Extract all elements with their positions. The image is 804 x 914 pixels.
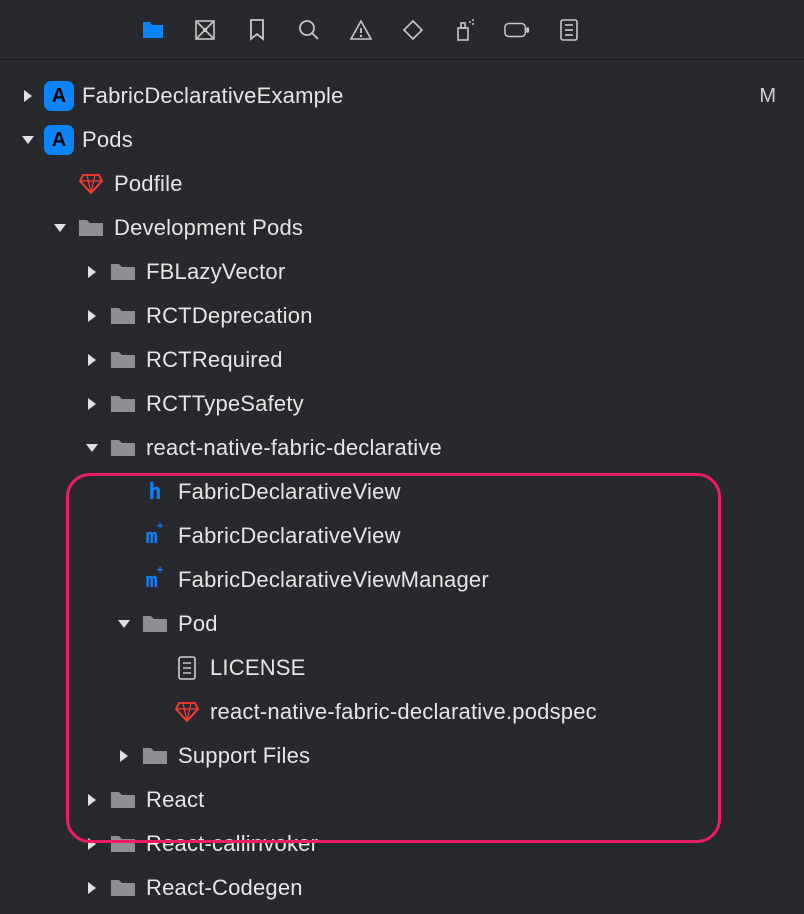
group-row-development-pods[interactable]: Development Pods xyxy=(0,206,804,250)
folder-icon[interactable] xyxy=(140,17,166,43)
group-label: react-native-fabric-declarative xyxy=(146,435,442,461)
folder-icon xyxy=(76,213,106,243)
group-row-react[interactable]: React xyxy=(0,778,804,822)
chevron-right-icon[interactable] xyxy=(82,306,102,326)
file-row-fdv-m[interactable]: m+ FabricDeclarativeView xyxy=(0,514,804,558)
group-label: React-callinvoker xyxy=(146,831,318,857)
bookmark-icon[interactable] xyxy=(244,17,270,43)
folder-icon xyxy=(140,741,170,771)
group-label: React xyxy=(146,787,204,813)
modified-badge: M xyxy=(759,85,776,108)
project-navigator: A FabricDeclarativeExample M A Pods Podf… xyxy=(0,60,804,910)
folder-icon xyxy=(108,785,138,815)
group-row-rctrequired[interactable]: RCTRequired xyxy=(0,338,804,382)
navigator-toolbar xyxy=(0,0,804,60)
group-label: Development Pods xyxy=(114,215,303,241)
group-label: RCTDeprecation xyxy=(146,303,313,329)
warning-icon[interactable] xyxy=(348,17,374,43)
chevron-right-icon[interactable] xyxy=(82,790,102,810)
chevron-right-icon[interactable] xyxy=(18,86,38,106)
group-label: RCTTypeSafety xyxy=(146,391,304,417)
file-row-podfile[interactable]: Podfile xyxy=(0,162,804,206)
chevron-right-icon[interactable] xyxy=(82,350,102,370)
group-row-fblazyvector[interactable]: FBLazyVector xyxy=(0,250,804,294)
chevron-down-icon[interactable] xyxy=(50,218,70,238)
project-label: Pods xyxy=(82,127,133,153)
folder-icon xyxy=(108,873,138,903)
chevron-down-icon[interactable] xyxy=(18,130,38,150)
app-icon: A xyxy=(44,125,74,155)
impl-file-icon: m+ xyxy=(140,565,170,595)
target-icon[interactable] xyxy=(192,17,218,43)
folder-icon xyxy=(108,389,138,419)
file-label: Podfile xyxy=(114,171,183,197)
chevron-right-icon[interactable] xyxy=(82,394,102,414)
folder-icon xyxy=(108,301,138,331)
folder-icon xyxy=(108,257,138,287)
header-file-icon: h xyxy=(140,477,170,507)
group-row-rctdeprecation[interactable]: RCTDeprecation xyxy=(0,294,804,338)
file-label: react-native-fabric-declarative.podspec xyxy=(210,699,597,725)
spray-icon[interactable] xyxy=(452,17,478,43)
group-row-react-callinvoker[interactable]: React-callinvoker xyxy=(0,822,804,866)
chevron-right-icon[interactable] xyxy=(82,262,102,282)
file-label: FabricDeclarativeView xyxy=(178,479,401,505)
group-row-react-codegen[interactable]: React-Codegen xyxy=(0,866,804,910)
chevron-right-icon[interactable] xyxy=(82,834,102,854)
project-label: FabricDeclarativeExample xyxy=(82,83,344,109)
group-row-pod[interactable]: Pod xyxy=(0,602,804,646)
chevron-down-icon[interactable] xyxy=(82,438,102,458)
chevron-right-icon[interactable] xyxy=(82,878,102,898)
chevron-down-icon[interactable] xyxy=(114,614,134,634)
group-label: React-Codegen xyxy=(146,875,303,901)
folder-icon xyxy=(108,345,138,375)
folder-icon xyxy=(140,609,170,639)
search-icon[interactable] xyxy=(296,17,322,43)
file-label: LICENSE xyxy=(210,655,306,681)
folder-icon xyxy=(108,829,138,859)
project-row-fabric-example[interactable]: A FabricDeclarativeExample M xyxy=(0,74,804,118)
group-label: FBLazyVector xyxy=(146,259,285,285)
chevron-right-icon[interactable] xyxy=(114,746,134,766)
file-row-license[interactable]: LICENSE xyxy=(0,646,804,690)
group-row-rnfd[interactable]: react-native-fabric-declarative xyxy=(0,426,804,470)
file-row-fdvm-m[interactable]: m+ FabricDeclarativeViewManager xyxy=(0,558,804,602)
app-icon: A xyxy=(44,81,74,111)
ruby-icon xyxy=(76,169,106,199)
folder-icon xyxy=(108,433,138,463)
list-icon[interactable] xyxy=(556,17,582,43)
impl-file-icon: m+ xyxy=(140,521,170,551)
file-label: FabricDeclarativeView xyxy=(178,523,401,549)
document-icon xyxy=(172,653,202,683)
battery-icon[interactable] xyxy=(504,17,530,43)
group-label: Pod xyxy=(178,611,218,637)
file-row-fdv-h[interactable]: h FabricDeclarativeView xyxy=(0,470,804,514)
ruby-icon xyxy=(172,697,202,727)
group-label: Support Files xyxy=(178,743,310,769)
file-label: FabricDeclarativeViewManager xyxy=(178,567,489,593)
file-row-podspec[interactable]: react-native-fabric-declarative.podspec xyxy=(0,690,804,734)
project-row-pods[interactable]: A Pods xyxy=(0,118,804,162)
group-label: RCTRequired xyxy=(146,347,283,373)
group-row-support-files[interactable]: Support Files xyxy=(0,734,804,778)
group-row-rcttypesafety[interactable]: RCTTypeSafety xyxy=(0,382,804,426)
diamond-icon[interactable] xyxy=(400,17,426,43)
